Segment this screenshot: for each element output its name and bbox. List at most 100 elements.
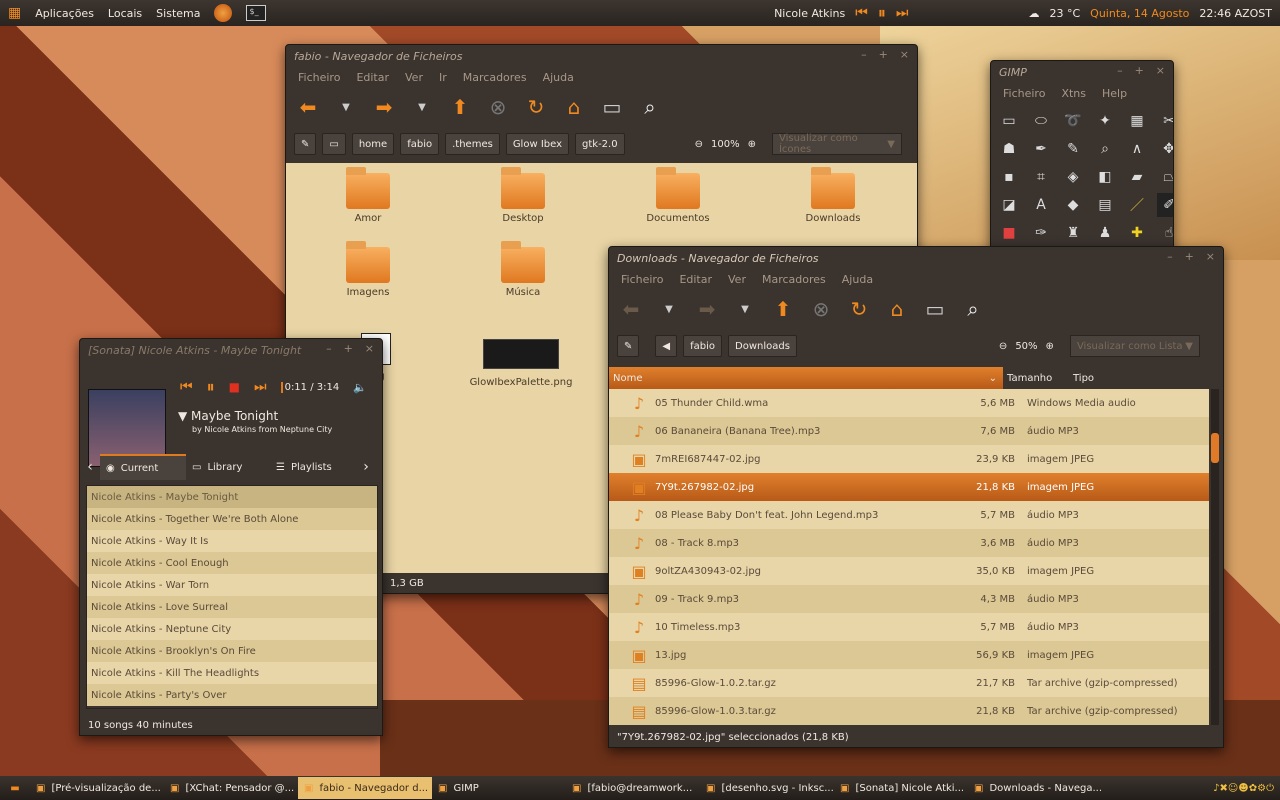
gimp-menu-ficheiro[interactable]: Ficheiro [1003, 87, 1045, 100]
progress-time[interactable]: 0:11 / 3:14 [280, 381, 339, 393]
blend-icon[interactable]: ▤ [1093, 193, 1117, 217]
stop-icon[interactable]: ⊗ [486, 95, 510, 119]
playlist-item[interactable]: Nicole Atkins - Party's Over [87, 684, 377, 706]
table-row[interactable]: ♪ 06 Bananeira (Banana Tree).mp3 7,6 MB áud… [609, 417, 1209, 445]
view-mode-select[interactable]: Visualizar como Ícones ▼ [771, 133, 902, 155]
minimize-icon[interactable]: – [326, 342, 332, 355]
close-icon[interactable]: × [1206, 250, 1215, 263]
paintbrush-icon[interactable]: ✐ [1157, 193, 1173, 217]
playlist-item[interactable]: Nicole Atkins - Together We're Both Alon… [87, 508, 377, 530]
playlist-item[interactable]: Nicole Atkins - Neptune City [87, 618, 377, 640]
table-row[interactable]: ▣ 7mREI687447-02.jpg 23,9 KB imagem JPEG [609, 445, 1209, 473]
folder-documentos[interactable]: Documentos [618, 167, 738, 224]
reload-icon[interactable]: ↻ [524, 95, 548, 119]
fm1-menu-marcadores[interactable]: Marcadores [463, 71, 527, 84]
path-left-icon[interactable]: ▭ [322, 133, 346, 155]
ellipse-select-icon[interactable]: ⬭ [1029, 109, 1053, 133]
scrollbar-thumb[interactable] [1211, 433, 1219, 463]
reload-icon[interactable]: ↻ [847, 297, 871, 321]
search-icon[interactable]: ⌕ [961, 297, 985, 321]
scrollbar[interactable] [1211, 389, 1219, 725]
path-themes[interactable]: .themes [445, 133, 500, 155]
move-icon[interactable]: ✥ [1157, 137, 1173, 161]
airbrush-icon[interactable]: ✑ [1029, 221, 1053, 245]
minimize-icon[interactable]: – [1117, 64, 1123, 77]
path-fabio[interactable]: fabio [400, 133, 440, 155]
zoom-out-icon[interactable]: ⊖ [695, 139, 703, 150]
taskbar-button[interactable]: ▣ Downloads - Navega... [968, 777, 1102, 799]
fm1-menu-ir[interactable]: Ir [439, 71, 447, 84]
back-dropdown-icon[interactable]: ▼ [334, 95, 358, 119]
back-icon[interactable]: ⬅ [296, 95, 320, 119]
rect-select-icon[interactable]: ▭ [997, 109, 1021, 133]
file-glowibexpalette[interactable]: GlowIbexPalette.png [461, 339, 581, 388]
tab-scroll-left-icon[interactable]: ‹ [80, 459, 100, 475]
taskbar-button[interactable]: ▣ fabio - Navegador d... [298, 777, 432, 799]
tab-playlists[interactable]: ☰ Playlists [270, 462, 356, 473]
zoom-icon[interactable]: ⌕ [1093, 137, 1117, 161]
terminal-icon[interactable]: $_ [246, 5, 267, 21]
stop-icon[interactable]: ⊗ [809, 297, 833, 321]
fm2-menu-marcadores[interactable]: Marcadores [762, 273, 826, 286]
color-select-icon[interactable]: ▦ [1125, 109, 1149, 133]
fm2-menu-editar[interactable]: Editar [679, 273, 712, 286]
firefox-icon[interactable] [214, 4, 233, 22]
forward-icon[interactable]: ➡ [695, 297, 719, 321]
path-gtk[interactable]: gtk-2.0 [575, 133, 625, 155]
playlist-item[interactable]: Nicole Atkins - Kill The Headlights [87, 662, 377, 684]
tab-scroll-right-icon[interactable]: › [356, 459, 376, 475]
playlist-item[interactable]: Nicole Atkins - Way It Is [87, 530, 377, 552]
taskbar-button[interactable]: ▣ GIMP [432, 777, 566, 799]
folder-amor[interactable]: Amor [308, 167, 428, 224]
table-row[interactable]: ♪ 08 - Track 8.mp3 3,6 MB áudio MP3 [609, 529, 1209, 557]
flip-icon[interactable]: ◪ [997, 193, 1021, 217]
playlist-item[interactable]: Nicole Atkins - War Torn [87, 574, 377, 596]
gimp-menu-xtns[interactable]: Xtns [1061, 87, 1086, 100]
smudge-icon[interactable]: ☝ [1157, 221, 1173, 245]
pause-icon[interactable]: ⏸ [878, 3, 886, 23]
crop-icon[interactable]: ⌗ [1029, 165, 1053, 189]
pencil-icon[interactable]: ／ [1125, 193, 1149, 217]
edit-location-icon[interactable]: ✎ [617, 335, 640, 357]
date[interactable]: Quinta, 14 Agosto [1090, 7, 1189, 20]
gimp-menu-help[interactable]: Help [1102, 87, 1127, 100]
fm1-menu-ajuda[interactable]: Ajuda [543, 71, 574, 84]
sonata-titlebar[interactable]: [Sonata] Nicole Atkins - Maybe Tonight –… [80, 339, 382, 361]
taskbar-button[interactable]: ▣ [desenho.svg - Inksc... [700, 777, 834, 799]
fm1-menu-editar[interactable]: Editar [356, 71, 389, 84]
pause-icon[interactable]: ⏸ [207, 377, 215, 397]
computer-icon[interactable]: ▭ [600, 95, 624, 119]
stop-icon[interactable]: ■ [229, 380, 240, 394]
fm1-menu-ficheiro[interactable]: Ficheiro [298, 71, 340, 84]
home-icon[interactable]: ⌂ [562, 95, 586, 119]
path-home[interactable]: home [351, 133, 395, 155]
menu-aplicacoes[interactable]: Aplicações [35, 7, 94, 20]
color-picker-icon[interactable]: ✎ [1061, 137, 1085, 161]
close-icon[interactable]: × [900, 48, 909, 61]
taskbar-button[interactable]: ▣ [Sonata] Nicole Atki... [834, 777, 968, 799]
path-glow-ibex[interactable]: Glow Ibex [505, 133, 570, 155]
table-row[interactable]: ♪ 10 Timeless.mp3 5,7 MB áudio MP3 [609, 613, 1209, 641]
ink-icon[interactable]: ♜ [1061, 221, 1085, 245]
tray-icons[interactable]: ♪✖☺☻✿⚙⏻ [1213, 783, 1280, 794]
text-icon[interactable]: A [1029, 193, 1053, 217]
zoom-in-icon[interactable]: ⊕ [1046, 341, 1054, 352]
close-icon[interactable]: × [365, 342, 374, 355]
home-icon[interactable]: ⌂ [885, 297, 909, 321]
folder-desktop[interactable]: Desktop [463, 167, 583, 224]
paths-icon[interactable]: ✒ [1029, 137, 1053, 161]
rotate-icon[interactable]: ◈ [1061, 165, 1085, 189]
next-track-icon[interactable]: ⏭ [896, 5, 909, 21]
table-row[interactable]: ♪ 05 Thunder Child.wma 5,6 MB Windows Media… [609, 389, 1209, 417]
up-icon[interactable]: ⬆ [448, 95, 472, 119]
up-icon[interactable]: ⬆ [771, 297, 795, 321]
maximize-icon[interactable]: + [1135, 64, 1144, 77]
bucket-fill-icon[interactable]: ◆ [1061, 193, 1085, 217]
path-scroll-left-icon[interactable]: ◀ [655, 335, 678, 357]
playlist-item[interactable]: Nicole Atkins - Love Surreal [87, 596, 377, 618]
weather-icon[interactable]: ☁ [1028, 7, 1039, 20]
heal-icon[interactable]: ✚ [1125, 221, 1149, 245]
view-mode-select[interactable]: Visualizar como Lista ▼ [1069, 335, 1200, 357]
taskbar-button[interactable]: ▣ [fabio@dreamwork... [566, 777, 700, 799]
align-icon[interactable]: ▪ [997, 165, 1021, 189]
